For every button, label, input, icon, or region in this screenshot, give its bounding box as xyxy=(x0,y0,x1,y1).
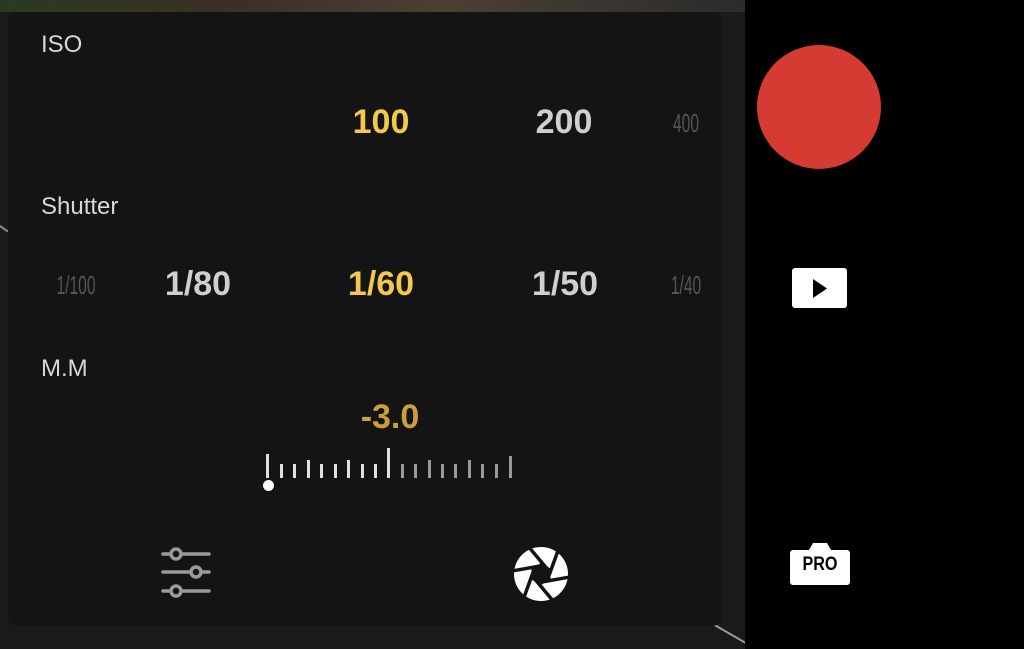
mm-value: -3.0 xyxy=(360,398,420,436)
aperture-icon[interactable] xyxy=(512,545,570,603)
shutter-label: Shutter xyxy=(41,193,119,220)
shutter-option[interactable]: 1/80 xyxy=(165,265,231,304)
manual-settings-panel: ISO 100 200 400 Shutter 1/100 1/80 1/60 … xyxy=(8,12,722,626)
play-icon xyxy=(813,279,827,298)
ruler-tick xyxy=(280,464,283,478)
shutter-option[interactable]: 1/100 xyxy=(56,270,95,301)
iso-option[interactable]: 400 xyxy=(673,108,699,139)
ruler-tick xyxy=(361,464,364,478)
ruler-tick xyxy=(509,456,512,478)
ruler-tick xyxy=(441,464,444,478)
preview-strip xyxy=(0,0,745,12)
mm-slider[interactable] xyxy=(258,448,528,500)
ruler-tick xyxy=(320,464,323,478)
record-button[interactable] xyxy=(757,45,881,169)
ruler-tick xyxy=(307,460,310,478)
sliders-icon[interactable] xyxy=(158,544,214,604)
ruler-tick xyxy=(495,464,498,478)
iso-option[interactable]: 200 xyxy=(536,103,593,142)
playback-button[interactable] xyxy=(792,268,847,308)
ruler-tick xyxy=(454,464,457,478)
ruler-tick xyxy=(347,460,350,478)
mm-label: M.M xyxy=(41,355,88,382)
ruler-tick xyxy=(334,464,337,478)
ruler-tick xyxy=(468,460,471,478)
ruler-tick xyxy=(293,464,296,478)
iso-option-selected[interactable]: 100 xyxy=(353,103,410,142)
iso-label: ISO xyxy=(41,31,83,58)
ruler-tick xyxy=(401,464,404,478)
ruler-tick xyxy=(266,454,269,478)
shutter-option-selected[interactable]: 1/60 xyxy=(348,265,414,304)
ruler-tick-center xyxy=(387,448,390,478)
pro-mode-button[interactable]: PRO xyxy=(789,540,851,586)
ruler-tick xyxy=(374,464,377,478)
shutter-option[interactable]: 1/40 xyxy=(671,270,701,301)
ruler-tick xyxy=(414,464,417,478)
mm-slider-knob[interactable] xyxy=(263,480,274,491)
ruler-tick xyxy=(481,464,484,478)
ruler-tick xyxy=(428,460,431,478)
pro-label: PRO xyxy=(802,554,838,575)
shutter-option[interactable]: 1/50 xyxy=(532,265,598,304)
